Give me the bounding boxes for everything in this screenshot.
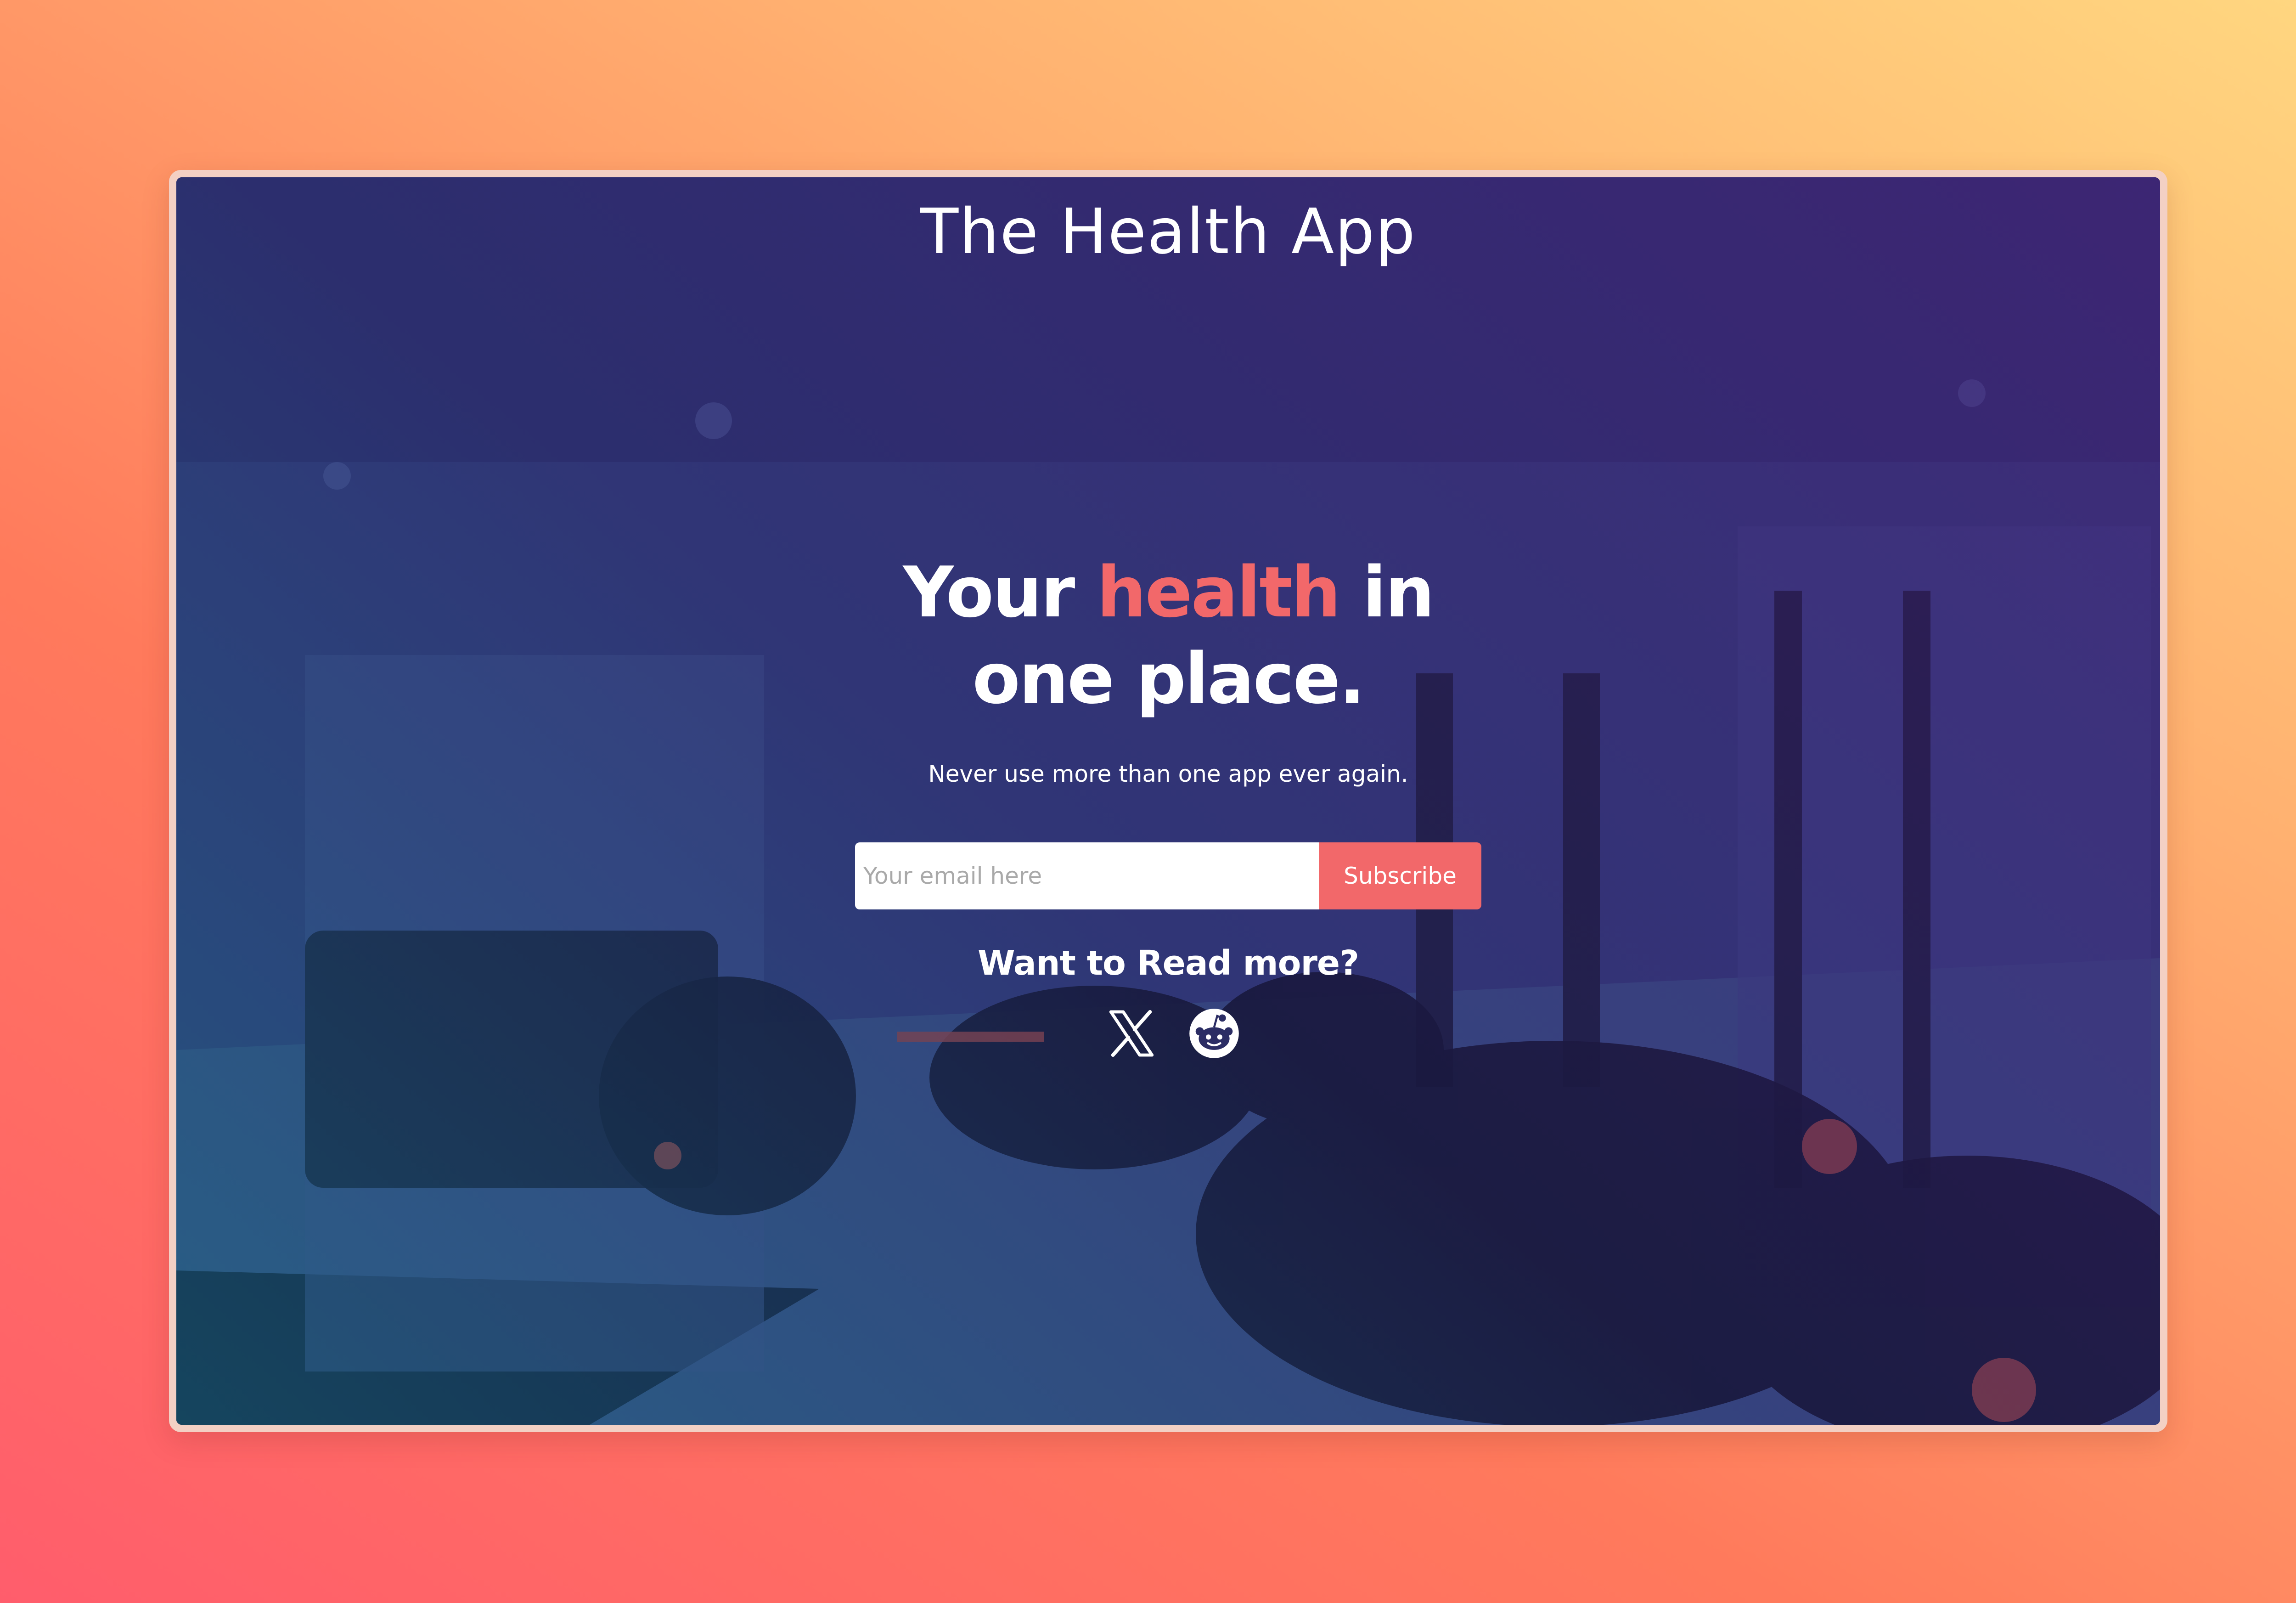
- social-links: [1095, 1008, 1242, 1063]
- x-logo-icon: [1109, 1010, 1154, 1057]
- read-more-heading: Want to Read more?: [977, 943, 1359, 983]
- subscribe-form: Subscribe: [855, 842, 1481, 909]
- reddit-link[interactable]: [1188, 1008, 1240, 1059]
- headline-text-start: Your: [903, 552, 1097, 633]
- page-frame: The Health App Your health in one place.…: [169, 170, 2167, 1432]
- subscribe-button[interactable]: Subscribe: [1319, 842, 1481, 909]
- headline-accent-word: health: [1097, 552, 1341, 633]
- hero-section: The Health App Your health in one place.…: [176, 177, 2160, 1425]
- hero-tagline: Never use more than one app ever again.: [928, 761, 1408, 787]
- hero-content: The Health App Your health in one place.…: [176, 177, 2160, 1425]
- email-input[interactable]: [855, 842, 1319, 909]
- x-link[interactable]: [1106, 1008, 1157, 1059]
- reddit-icon: [1189, 1009, 1239, 1058]
- app-title: The Health App: [920, 196, 1416, 268]
- hero-headline: Your health in one place.: [838, 549, 1499, 722]
